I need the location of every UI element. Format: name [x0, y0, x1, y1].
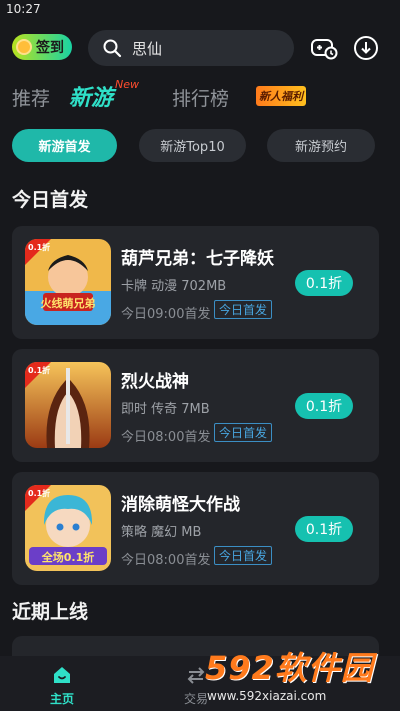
release-time: 今日08:00首发 [121, 553, 211, 568]
discount-button[interactable]: 0.1折 [295, 270, 353, 296]
coin-icon [16, 39, 32, 55]
svg-text:火线萌兄弟: 火线萌兄弟 [41, 296, 96, 310]
nav-trade[interactable]: 交易 [156, 656, 236, 711]
status-time: 10:27 [6, 2, 41, 16]
sub-tabs: 新游首发 新游Top10 新游预约 [0, 129, 400, 163]
tab-new-games[interactable]: 新游 [69, 80, 113, 112]
nav-trade-label: 交易 [183, 692, 208, 706]
tab-recommend[interactable]: 推荐 [12, 84, 50, 111]
tab-ranking[interactable]: 排行榜 [172, 84, 229, 111]
download-icon[interactable] [352, 34, 380, 62]
svg-text:0.1折: 0.1折 [28, 242, 50, 252]
game-title: 消除萌怪大作战 [121, 495, 240, 515]
game-title: 葫芦兄弟：七子降妖 [121, 249, 274, 269]
release-time: 今日09:00首发 [121, 307, 211, 322]
svg-text:0.1折: 0.1折 [28, 365, 50, 375]
new-badge: New [115, 78, 139, 91]
svg-text:0.1折: 0.1折 [28, 488, 50, 498]
game-icon: 全场0.1折 0.1折 [25, 485, 111, 571]
top-bar: 签到 思仙 [0, 28, 400, 68]
trade-icon [187, 667, 205, 684]
signin-button[interactable]: 签到 [12, 34, 72, 60]
game-icon: 火线萌兄弟 0.1折 [25, 239, 111, 325]
bottom-nav: 主页 交易 [0, 656, 400, 711]
game-title: 烈火战神 [121, 372, 189, 392]
search-input[interactable]: 思仙 [132, 38, 162, 59]
gamepad-history-icon[interactable] [310, 34, 338, 62]
nav-home[interactable]: 主页 [22, 656, 102, 711]
primary-tabs: 推荐 新游 New 排行榜 新人福利 [0, 78, 400, 118]
nav-home-label: 主页 [49, 692, 74, 706]
game-card[interactable]: 火线萌兄弟 0.1折 葫芦兄弟：七子降妖 卡牌 动漫 702MB 今日09:00… [12, 226, 379, 339]
game-meta: 即时 传奇 7MB [121, 402, 210, 417]
game-card[interactable]: 0.1折 烈火战神 即时 传奇 7MB 今日08:00首发 今日首发 0.1折 [12, 349, 379, 462]
discount-button[interactable]: 0.1折 [295, 393, 353, 419]
game-meta: 策略 魔幻 MB [121, 525, 202, 540]
svg-text:全场0.1折: 全场0.1折 [41, 550, 95, 564]
game-icon: 0.1折 [25, 362, 111, 448]
signin-label: 签到 [36, 40, 64, 56]
status-bar: 10:27 [0, 0, 400, 22]
search-icon [103, 39, 122, 58]
subtab-new-reserve[interactable]: 新游预约 [267, 129, 375, 162]
release-time: 今日08:00首发 [121, 430, 211, 445]
today-release-tag: 今日首发 [214, 423, 273, 442]
section-title-upcoming: 近期上线 [12, 601, 89, 623]
discount-button[interactable]: 0.1折 [295, 516, 353, 542]
newcomer-welfare-badge[interactable]: 新人福利 [256, 86, 306, 106]
section-title-today: 今日首发 [12, 189, 89, 211]
home-icon [54, 667, 70, 683]
game-card[interactable]: 全场0.1折 0.1折 消除萌怪大作战 策略 魔幻 MB 今日08:00首发 今… [12, 472, 379, 585]
today-release-tag: 今日首发 [214, 300, 273, 319]
subtab-new-release[interactable]: 新游首发 [12, 129, 117, 162]
game-meta: 卡牌 动漫 702MB [121, 279, 227, 294]
subtab-new-top10[interactable]: 新游Top10 [139, 129, 246, 162]
today-release-tag: 今日首发 [214, 546, 273, 565]
search-bar[interactable]: 思仙 [88, 30, 294, 66]
